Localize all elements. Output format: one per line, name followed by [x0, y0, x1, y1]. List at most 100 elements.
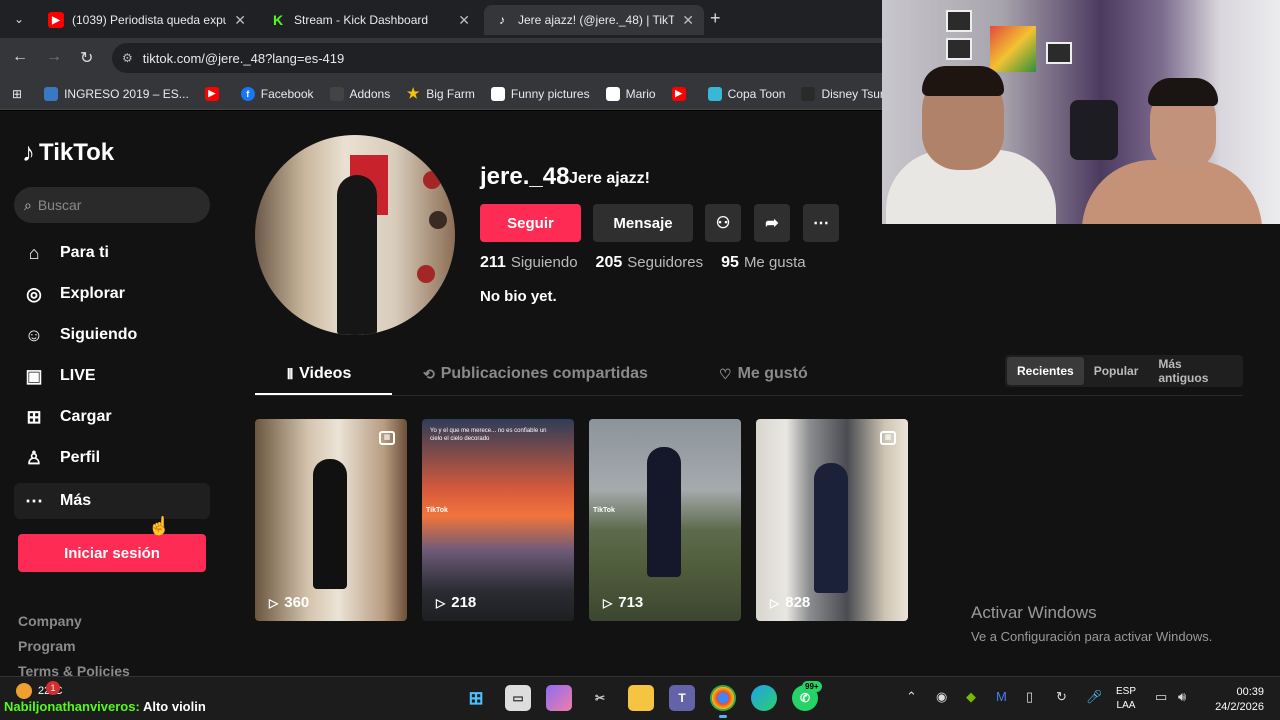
message-button[interactable]: Mensaje	[593, 204, 693, 242]
close-icon[interactable]: ✕	[234, 12, 246, 29]
tab-tiktok[interactable]: ♪ Jere ajazz! (@jere._48) | TikTok ✕	[484, 5, 704, 35]
thumbnail-figure	[647, 447, 681, 577]
network-icon[interactable]: ▭	[1155, 689, 1167, 705]
logo-text: TikTok	[39, 138, 115, 166]
suggested-accounts-icon[interactable]: ⚇	[705, 204, 741, 242]
new-tab-icon[interactable]: +	[710, 8, 721, 29]
webcam-overlay	[882, 0, 1280, 224]
tab-liked[interactable]: ♡ Me gustó	[719, 365, 808, 383]
copilot-icon[interactable]	[546, 685, 572, 711]
nav-label: Siguiendo	[60, 326, 138, 343]
nav-item-perfil[interactable]: ♙ Perfil	[14, 440, 210, 476]
play-icon: ▷	[436, 595, 446, 610]
sort-popular[interactable]: Popular	[1084, 357, 1149, 385]
stat-followers[interactable]: 205 Seguidores	[596, 254, 704, 272]
edge-icon[interactable]	[751, 685, 777, 711]
video-thumbnail-2[interactable]: Yo y el que me merece... no es confiable…	[422, 419, 574, 621]
nav-label: Para ti	[60, 244, 109, 261]
stat-following[interactable]: 211 Siguiendo	[480, 254, 578, 272]
snipping-tool-icon[interactable]: ✂	[587, 685, 613, 711]
nav-item-siguiendo[interactable]: ☺ Siguiendo	[14, 317, 210, 353]
teams-icon[interactable]: T	[669, 685, 695, 711]
reload-icon[interactable]: ↻	[80, 48, 93, 68]
active-tab-indicator	[255, 393, 392, 395]
tab-search-chevron-icon[interactable]: ⌄	[8, 8, 30, 30]
system-clock[interactable]: 00:39 24/2/2026	[1206, 685, 1264, 715]
bookmark-big-farm[interactable]: ★ Big Farm	[406, 85, 475, 101]
video-thumbnail-4[interactable]: ▦ ▷ 828	[756, 419, 908, 621]
close-icon[interactable]: ✕	[682, 12, 694, 29]
search-input[interactable]: ⌕ Buscar	[14, 187, 210, 223]
chrome-icon[interactable]	[710, 685, 736, 718]
tab-kick[interactable]: K Stream - Kick Dashboard ✕	[260, 5, 480, 35]
windows-activation-watermark: Activar Windows Ve a Configuración para …	[971, 603, 1212, 644]
tiktok-logo[interactable]: ♪ TikTok	[22, 137, 114, 168]
sort-segmented-control: Recientes Popular Más antiguos	[1005, 355, 1243, 387]
thumbnail-caption: Yo y el que me merece... no es confiable…	[430, 428, 547, 442]
play-icon: ▷	[603, 595, 613, 610]
video-thumbnail-1[interactable]: ▦ ▷ 360	[255, 419, 407, 621]
tray-sync-icon[interactable]: ↻	[1056, 689, 1067, 705]
pinned-icon: ▦	[880, 431, 896, 445]
tab-videos[interactable]: ⦀ Videos	[287, 365, 351, 383]
follow-button[interactable]: Seguir	[480, 204, 581, 242]
profile-bio: No bio yet.	[480, 288, 557, 305]
site-settings-icon[interactable]: ⚙	[122, 51, 133, 65]
volume-icon[interactable]: 🔊︎	[1178, 689, 1186, 705]
notification-badge: 1	[46, 681, 60, 695]
task-view-icon[interactable]: ▭	[505, 685, 531, 711]
nav-item-para-ti[interactable]: ⌂ Para ti	[14, 235, 210, 271]
upload-icon: ⊞	[26, 406, 42, 427]
bookmark-mario[interactable]: Mario	[605, 86, 656, 101]
screen: ⌄ ▶ (1039) Periodista queda expues ✕ K S…	[0, 0, 1280, 720]
chat-username: Nabiljonathanviveros:	[4, 699, 140, 714]
nav-item-mas[interactable]: ⋯ Más	[14, 483, 210, 519]
back-icon[interactable]: ←	[12, 48, 28, 66]
nav-item-live[interactable]: ▣ LIVE	[14, 358, 210, 394]
tray-app-icon[interactable]: ◉	[936, 689, 947, 705]
tab-reposts[interactable]: ⟲ Publicaciones compartidas	[423, 365, 648, 383]
nav-item-cargar[interactable]: ⊞ Cargar	[14, 399, 210, 435]
tray-overflow-icon[interactable]: ⌃	[906, 689, 917, 705]
sort-recientes[interactable]: Recientes	[1007, 357, 1084, 385]
microphone-icon[interactable]: 🎤︎	[1086, 689, 1103, 705]
close-icon[interactable]: ✕	[458, 12, 470, 29]
share-icon[interactable]: ➦	[754, 204, 790, 242]
addons-icon	[329, 86, 344, 101]
tab-youtube[interactable]: ▶ (1039) Periodista queda expues ✕	[38, 5, 256, 35]
language-indicator[interactable]: ESP LAA	[1116, 685, 1136, 713]
bookmark-facebook[interactable]: f Facebook	[240, 86, 314, 101]
usb-icon[interactable]: ▯	[1026, 689, 1033, 705]
view-count: ▷ 218	[436, 594, 476, 611]
footer-link-program[interactable]: Program	[18, 638, 76, 654]
apps-icon[interactable]: ⊞	[12, 87, 22, 101]
activation-subtitle: Ve a Configuración para activar Windows.	[971, 629, 1213, 644]
footer-link-terms[interactable]: Terms & Policies	[18, 663, 130, 676]
bookmark-youtube[interactable]: ▶	[204, 86, 225, 101]
nav-label: Cargar	[60, 408, 112, 425]
bookmark-copa-toon[interactable]: Copa Toon	[707, 86, 785, 101]
footer-link-company[interactable]: Company	[18, 613, 82, 629]
bookmark-ingreso[interactable]: INGRESO 2019 – ES...	[44, 86, 189, 101]
weather-widget[interactable]: 22°C 1	[16, 681, 63, 699]
tab-title: Stream - Kick Dashboard	[294, 13, 429, 27]
nav-item-explorar[interactable]: ◎ Explorar	[14, 276, 210, 312]
page-icon	[490, 86, 505, 101]
page-icon	[605, 86, 620, 101]
more-options-icon[interactable]: ⋯	[803, 204, 839, 242]
view-count: ▷ 360	[269, 594, 309, 611]
bookmark-youtube-2[interactable]: ▶	[671, 86, 692, 101]
meet-icon[interactable]: M	[996, 689, 1007, 704]
bookmark-addons[interactable]: Addons	[329, 86, 390, 101]
stat-value: 95	[721, 254, 739, 271]
forward-icon[interactable]: →	[46, 48, 62, 66]
login-button[interactable]: Iniciar sesión	[18, 534, 206, 572]
sort-mas-antiguos[interactable]: Más antiguos	[1148, 357, 1241, 385]
file-explorer-icon[interactable]	[628, 685, 654, 711]
nvidia-icon[interactable]: ◆	[966, 689, 976, 705]
windows-start-icon[interactable]: ⊞	[463, 685, 489, 711]
view-count: ▷ 828	[770, 594, 810, 611]
wall-frame	[946, 38, 972, 60]
video-thumbnail-3[interactable]: TikTok ▷ 713	[589, 419, 741, 621]
bookmark-funny-pictures[interactable]: Funny pictures	[490, 86, 590, 101]
